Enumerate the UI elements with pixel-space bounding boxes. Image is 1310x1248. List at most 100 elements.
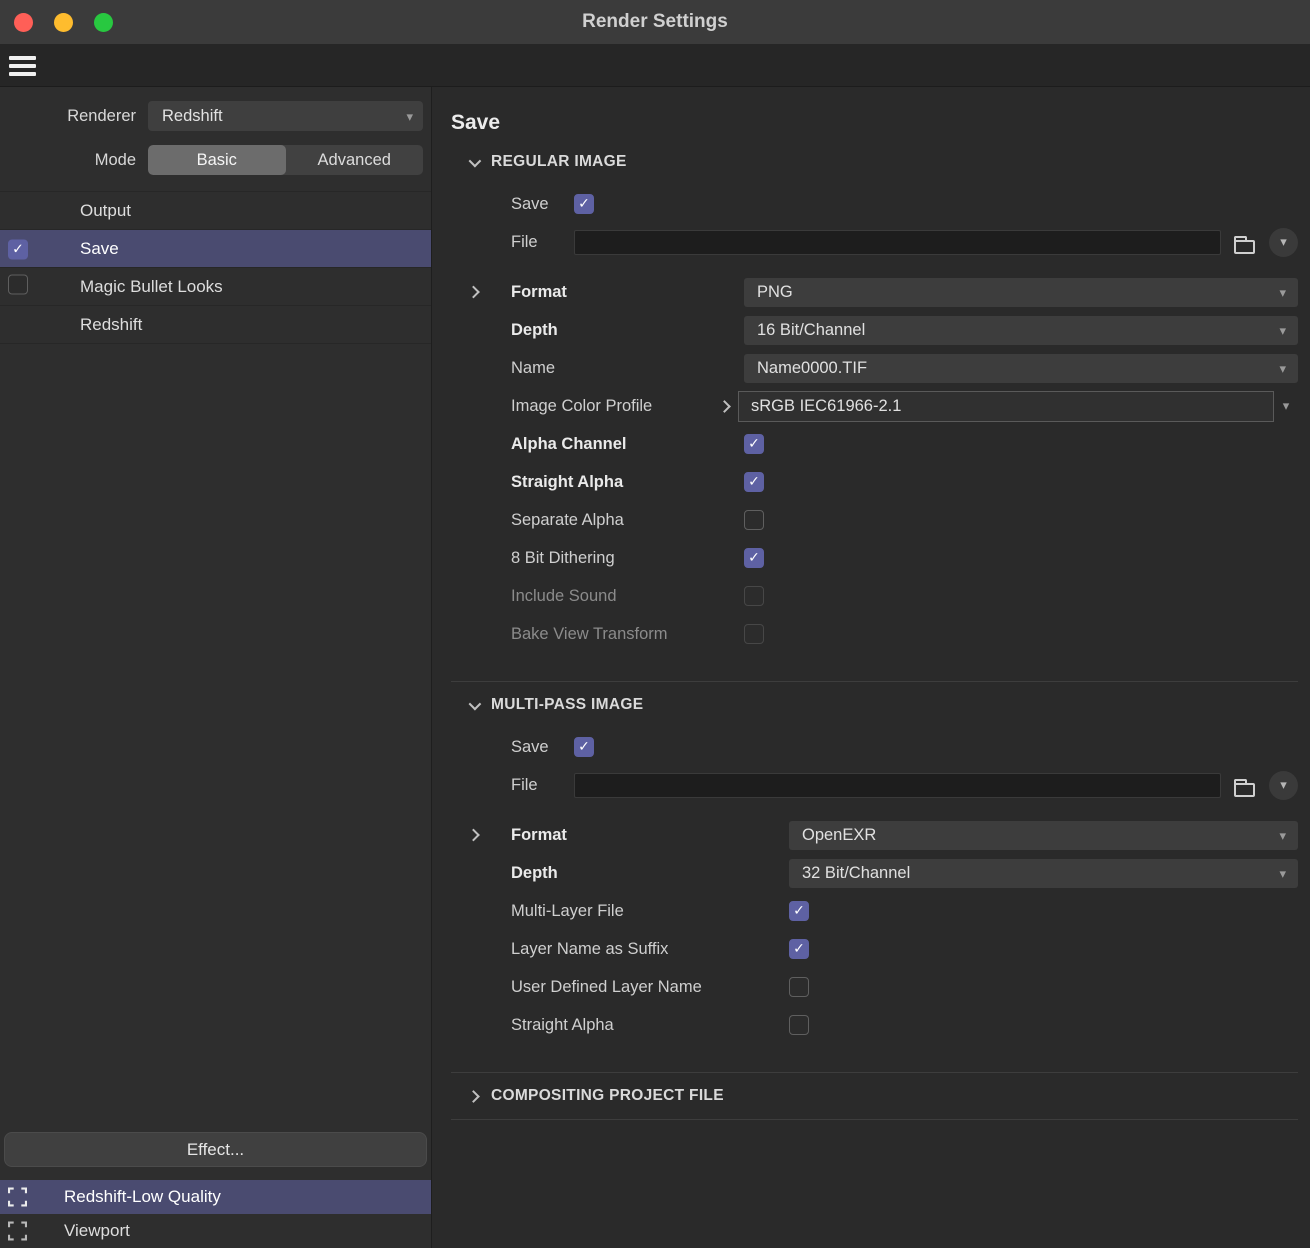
multi-layer-file-checkbox[interactable]: [789, 901, 809, 921]
multi-layer-file-row: Multi-Layer File: [451, 892, 1298, 930]
chevron-down-icon: [468, 697, 482, 710]
regular-depth-row: Depth 16 Bit/Channel ▾: [451, 311, 1298, 349]
format-label: Format: [511, 282, 567, 301]
render-setting-redshift-low-quality[interactable]: Redshift-Low Quality: [0, 1180, 431, 1214]
folder-browse-button[interactable]: [1230, 230, 1258, 254]
chevron-down-icon: ▾: [1279, 865, 1286, 881]
depth-label: Depth: [511, 863, 558, 882]
image-color-profile-value[interactable]: sRGB IEC61966-2.1: [738, 390, 1274, 422]
folder-icon: [1233, 779, 1255, 797]
chevron-down-icon: ▾: [406, 108, 413, 124]
render-setting-label: Viewport: [64, 1221, 130, 1240]
user-defined-layer-name-checkbox[interactable]: [789, 977, 809, 997]
regular-name-dropdown[interactable]: Name0000.TIF ▾: [744, 353, 1298, 383]
section-multi-pass-image: MULTI-PASS IMAGE Save File ▾ Format Open…: [451, 681, 1298, 1044]
close-icon[interactable]: [14, 12, 33, 32]
menubar: [0, 45, 1310, 87]
regular-file-row: File ▾: [451, 223, 1298, 261]
compositing-project-file-header[interactable]: COMPOSITING PROJECT FILE: [451, 1073, 1298, 1119]
layer-name-suffix-checkbox[interactable]: [789, 939, 809, 959]
section-title: REGULAR IMAGE: [491, 153, 627, 170]
multi-pass-image-header[interactable]: MULTI-PASS IMAGE: [451, 682, 1298, 728]
mode-segmented-control: Basic Advanced: [148, 145, 423, 175]
format-expand-chevron-icon[interactable]: [467, 283, 480, 302]
folder-icon: [1233, 236, 1255, 254]
multipass-file-input[interactable]: [574, 772, 1221, 798]
profile-expand-chevron-icon[interactable]: [718, 397, 731, 416]
mode-row: Mode Basic Advanced: [0, 145, 431, 175]
sidebar-item-redshift[interactable]: Redshift: [0, 306, 431, 344]
render-target-icon: [8, 1187, 27, 1207]
regular-image-header[interactable]: REGULAR IMAGE: [451, 139, 1298, 185]
user-defined-layer-name-label: User Defined Layer Name: [511, 977, 702, 996]
bake-view-transform-checkbox: [744, 624, 764, 644]
mode-advanced-button[interactable]: Advanced: [286, 145, 424, 175]
section-regular-image: REGULAR IMAGE Save File ▾ Format PNG ▾: [451, 139, 1298, 653]
hamburger-menu-icon[interactable]: [9, 55, 36, 76]
save-item-checkbox[interactable]: [8, 239, 28, 259]
minimize-icon[interactable]: [54, 12, 73, 32]
folder-browse-button[interactable]: [1230, 773, 1258, 797]
separate-alpha-label: Separate Alpha: [511, 510, 624, 529]
multipass-depth-row: Depth 32 Bit/Channel ▾: [451, 854, 1298, 892]
multipass-straight-alpha-checkbox[interactable]: [789, 1015, 809, 1035]
render-setting-viewport[interactable]: Viewport: [0, 1214, 431, 1248]
regular-format-row: Format PNG ▾: [451, 273, 1298, 311]
mode-basic-button[interactable]: Basic: [148, 145, 286, 175]
regular-depth-dropdown[interactable]: 16 Bit/Channel ▾: [744, 315, 1298, 345]
multipass-format-dropdown[interactable]: OpenEXR ▾: [789, 820, 1298, 850]
renderer-row: Renderer Redshift ▾: [0, 101, 431, 131]
regular-format-dropdown[interactable]: PNG ▾: [744, 277, 1298, 307]
chevron-down-icon: ▾: [1279, 284, 1286, 300]
renderer-dropdown[interactable]: Redshift ▾: [148, 101, 423, 131]
main-panel: Save REGULAR IMAGE Save File ▾ Format: [432, 87, 1310, 1248]
section-title: COMPOSITING PROJECT FILE: [491, 1087, 724, 1104]
separate-alpha-checkbox[interactable]: [744, 510, 764, 530]
multipass-save-row: Save: [451, 728, 1298, 766]
effect-button[interactable]: Effect...: [4, 1132, 427, 1167]
file-options-button[interactable]: ▾: [1269, 770, 1298, 800]
multipass-save-checkbox[interactable]: [574, 737, 594, 757]
magic-bullet-checkbox[interactable]: [8, 274, 28, 294]
bake-view-transform-row: Bake View Transform: [451, 615, 1298, 653]
regular-file-input[interactable]: [574, 229, 1221, 255]
traffic-lights: [14, 0, 113, 44]
dithering-checkbox[interactable]: [744, 548, 764, 568]
separate-alpha-row: Separate Alpha: [451, 501, 1298, 539]
sidebar-item-output[interactable]: Output: [0, 192, 431, 230]
mode-label: Mode: [94, 150, 136, 169]
maximize-icon[interactable]: [94, 12, 113, 32]
render-setting-label: Redshift-Low Quality: [64, 1187, 221, 1206]
format-expand-chevron-icon[interactable]: [467, 826, 480, 845]
sidebar-item-magic-bullet-looks[interactable]: Magic Bullet Looks: [0, 268, 431, 306]
section-compositing-project-file: COMPOSITING PROJECT FILE: [451, 1072, 1298, 1120]
sidebar-item-label: Magic Bullet Looks: [80, 276, 223, 296]
bake-view-transform-label: Bake View Transform: [511, 624, 668, 643]
regular-save-checkbox[interactable]: [574, 194, 594, 214]
profile-dropdown-arrow-icon[interactable]: ▾: [1274, 398, 1298, 414]
multipass-depth-dropdown[interactable]: 32 Bit/Channel ▾: [789, 858, 1298, 888]
regular-name-row: Name Name0000.TIF ▾: [451, 349, 1298, 387]
alpha-channel-checkbox[interactable]: [744, 434, 764, 454]
layer-name-suffix-label: Layer Name as Suffix: [511, 939, 669, 958]
chevron-right-icon: [467, 1089, 480, 1103]
multipass-format-row: Format OpenEXR ▾: [451, 816, 1298, 854]
straight-alpha-label: Straight Alpha: [511, 1015, 614, 1034]
alpha-channel-row: Alpha Channel: [451, 425, 1298, 463]
section-title: MULTI-PASS IMAGE: [491, 696, 644, 713]
sidebar-item-save[interactable]: Save: [0, 230, 431, 268]
alpha-channel-label: Alpha Channel: [511, 434, 627, 453]
chevron-down-icon: ▾: [1279, 827, 1286, 843]
sidebar-item-label: Redshift: [80, 314, 143, 334]
image-color-profile-row: Image Color Profile sRGB IEC61966-2.1 ▾: [451, 387, 1298, 425]
straight-alpha-checkbox[interactable]: [744, 472, 764, 492]
chevron-down-icon: ▾: [1279, 360, 1286, 376]
include-sound-checkbox: [744, 586, 764, 606]
file-options-button[interactable]: ▾: [1269, 227, 1298, 257]
regular-save-row: Save: [451, 185, 1298, 223]
page-title: Save: [451, 111, 501, 134]
renderer-label: Renderer: [67, 106, 136, 125]
name-label: Name: [511, 358, 556, 377]
image-color-profile-label: Image Color Profile: [511, 396, 653, 415]
